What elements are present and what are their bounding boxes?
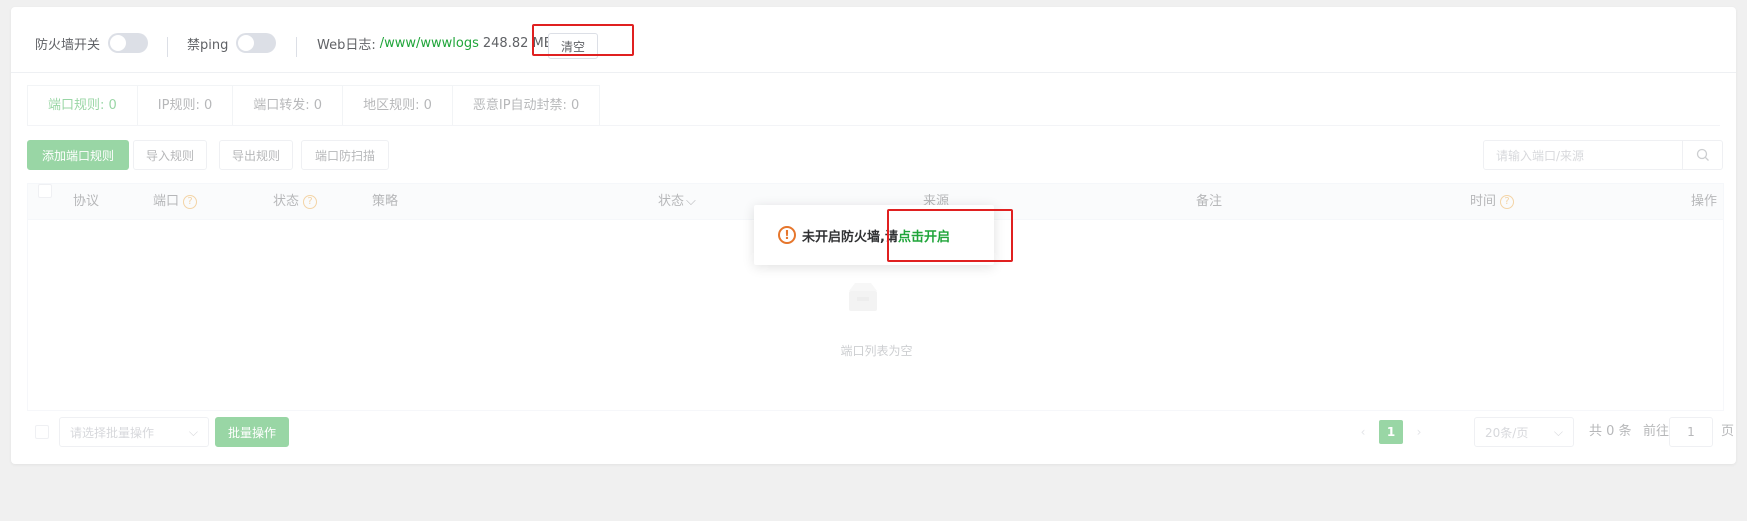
search-input[interactable]: 请输入端口/来源	[1484, 141, 1682, 169]
column-status: 状态?	[273, 184, 318, 220]
chevron-down-icon: ⌵	[188, 425, 198, 439]
goto-label: 前往	[1643, 424, 1670, 439]
page-size-value: 20条/页	[1485, 425, 1529, 440]
column-port-label: 端口	[153, 194, 180, 209]
enable-firewall-link[interactable]: 点击开启	[898, 226, 950, 245]
page-size-select[interactable]: 20条/页 ⌵	[1474, 417, 1574, 447]
ping-switch: 禁ping	[187, 33, 277, 53]
weblog-path-link[interactable]: /www/wwwlogs	[380, 36, 479, 51]
tab-malicious-ip-ban[interactable]: 恶意IP自动封禁: 0	[453, 86, 599, 125]
help-icon[interactable]: ?	[303, 195, 318, 209]
ping-switch-label: 禁ping	[187, 37, 229, 53]
batch-action-select[interactable]: 请选择批量操作 ⌵	[59, 417, 209, 447]
divider	[167, 37, 168, 57]
next-page-button[interactable]: ›	[1407, 420, 1431, 444]
chevron-right-icon: ›	[1416, 425, 1422, 439]
help-icon[interactable]: ?	[1500, 195, 1515, 209]
tab-region-rules[interactable]: 地区规则: 0	[343, 86, 453, 125]
search-button[interactable]	[1682, 141, 1722, 169]
tab-divider	[27, 125, 1720, 126]
firewall-switch-label: 防火墙开关	[35, 37, 101, 53]
popup-message: 未开启防火墙,请	[802, 229, 898, 245]
page-number-current[interactable]: 1	[1379, 420, 1403, 444]
column-actions: 操作	[1690, 194, 1717, 209]
firewall-toggle[interactable]	[108, 33, 149, 53]
firewall-disabled-popup: ! 未开启防火墙,请 点击开启	[754, 205, 994, 265]
weblog-info: Web日志: /www/wwwlogs 248.82 MB	[317, 33, 553, 53]
column-status-label: 状态	[273, 194, 300, 209]
goto-page-input[interactable]: 1	[1669, 417, 1713, 447]
weblog-size: 248.82 MB	[482, 35, 553, 51]
batch-action-button[interactable]: 批量操作	[215, 417, 289, 447]
export-rules-button[interactable]: 导出规则	[219, 140, 293, 170]
footer-select-checkbox[interactable]	[35, 425, 49, 439]
column-port: 端口?	[153, 184, 198, 220]
ping-toggle[interactable]	[236, 33, 277, 53]
warning-icon: !	[778, 226, 796, 244]
column-protocol: 协议	[73, 194, 100, 209]
search-box: 请输入端口/来源	[1483, 140, 1723, 170]
column-time: 时间?	[1470, 184, 1515, 220]
page-suffix: 页	[1721, 424, 1735, 439]
column-status-filter-label: 状态	[658, 194, 685, 209]
tab-port-forward[interactable]: 端口转发: 0	[233, 86, 344, 125]
column-time-label: 时间	[1470, 194, 1497, 209]
column-remark: 备注	[1196, 194, 1223, 209]
total-count: 共 0 条	[1589, 424, 1632, 439]
column-strategy: 策略	[372, 194, 399, 209]
column-status-filter[interactable]: 状态 ⌵	[658, 184, 696, 220]
topbar: 防火墙开关 禁ping Web日志: /www/wwwlogs 248.82 M…	[11, 7, 1736, 73]
tab-port-rules[interactable]: 端口规则: 0	[28, 86, 138, 125]
empty-list-text: 端口列表为空	[840, 344, 913, 358]
chevron-down-icon: ⌵	[686, 194, 696, 209]
add-port-rule-button[interactable]: 添加端口规则	[27, 140, 129, 170]
search-icon	[1696, 148, 1709, 161]
weblog-label: Web日志:	[317, 37, 376, 53]
import-rules-button[interactable]: 导入规则	[133, 140, 207, 170]
clear-log-button[interactable]: 清空	[548, 33, 598, 59]
prev-page-button[interactable]: ‹	[1351, 420, 1375, 444]
chevron-left-icon: ‹	[1360, 425, 1366, 439]
help-icon[interactable]: ?	[183, 195, 198, 209]
chevron-down-icon: ⌵	[1553, 425, 1563, 439]
table-footer: 请选择批量操作 ⌵ 批量操作 ‹ 1 › 20条/页 ⌵ 共 0 条 前往 1 …	[27, 417, 1734, 447]
divider	[296, 37, 297, 57]
firewall-switch: 防火墙开关	[35, 33, 149, 53]
empty-box-icon	[849, 283, 877, 311]
tab-ip-rules[interactable]: IP规则: 0	[138, 86, 234, 125]
port-scan-protection-button[interactable]: 端口防扫描	[301, 140, 389, 170]
batch-action-placeholder: 请选择批量操作	[70, 425, 155, 440]
rule-tabs: 端口规则: 0 IP规则: 0 端口转发: 0 地区规则: 0 恶意IP自动封禁…	[27, 85, 601, 125]
select-all-checkbox[interactable]	[38, 184, 52, 198]
